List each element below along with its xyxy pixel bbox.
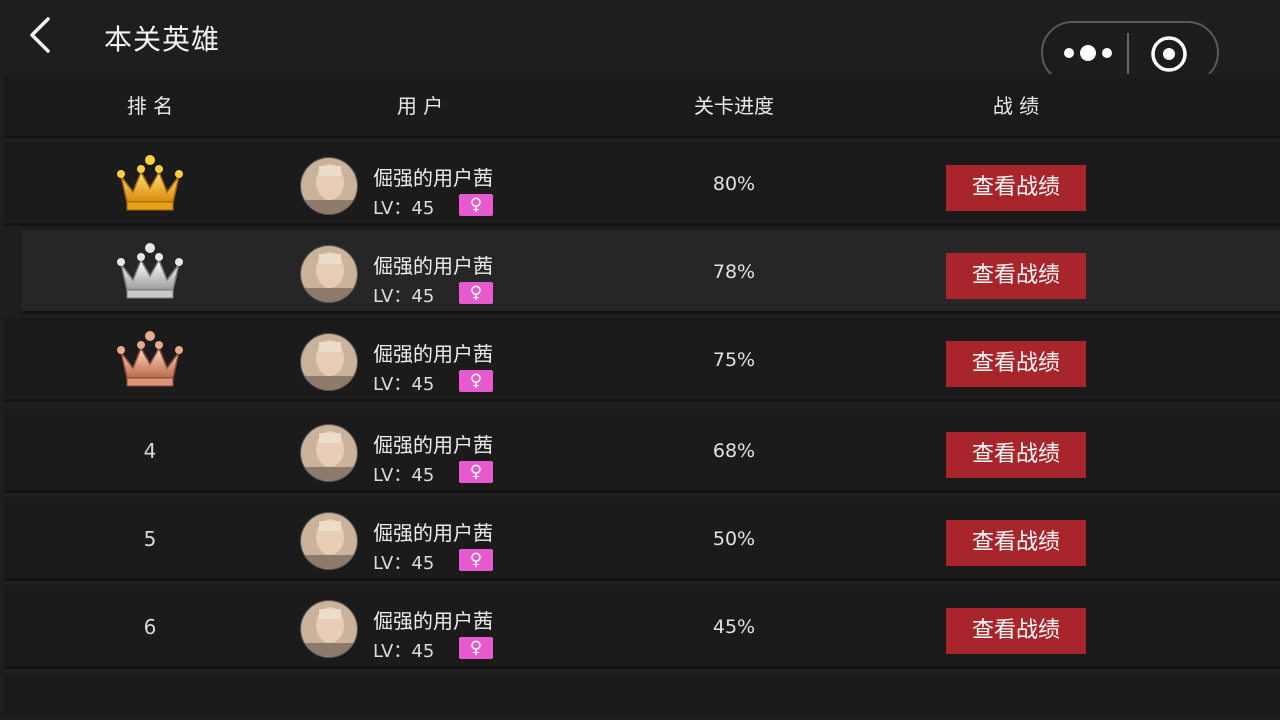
rank-number: 5	[143, 527, 157, 551]
user-level: LV：45	[373, 286, 435, 307]
view-record-button[interactable]: 查看战绩	[946, 520, 1086, 566]
female-gender-icon: ♀	[459, 637, 493, 659]
capsule-divider	[1127, 33, 1129, 75]
view-record-button[interactable]: 查看战绩	[946, 432, 1086, 478]
female-gender-icon: ♀	[459, 461, 493, 483]
user-name: 倔强的用户茜	[373, 521, 493, 545]
view-record-button[interactable]: 查看战绩	[946, 608, 1086, 654]
progress-value: 80%	[712, 173, 756, 195]
target-circle-icon[interactable]	[1149, 34, 1189, 74]
progress-value: 75%	[712, 349, 756, 371]
user-name: 倔强的用户茜	[373, 433, 493, 457]
table-row: 4 倔强的用户茜 LV：45 ♀ 68% 查看战绩	[4, 409, 1280, 493]
column-header-record: 战 绩	[992, 94, 1040, 118]
table-row: 倔强的用户茜 LV：45 ♀ 78% 查看战绩	[22, 230, 1280, 314]
user-name: 倔强的用户茜	[373, 609, 493, 633]
chevron-left-icon[interactable]	[24, 14, 60, 56]
view-record-button[interactable]: 查看战绩	[946, 341, 1086, 387]
view-record-button[interactable]: 查看战绩	[946, 165, 1086, 211]
rank-cell	[104, 230, 196, 314]
avatar[interactable]	[300, 333, 358, 391]
top-bar: 本关英雄	[0, 0, 1280, 84]
progress-value: 50%	[712, 528, 756, 550]
user-level: LV：45	[373, 465, 435, 486]
user-level: LV：45	[373, 374, 435, 395]
progress-value: 68%	[712, 440, 756, 462]
female-gender-icon: ♀	[459, 282, 493, 304]
avatar[interactable]	[300, 424, 358, 482]
table-row: 倔强的用户茜 LV：45 ♀ 80% 查看战绩	[4, 142, 1280, 226]
progress-value: 78%	[712, 261, 756, 283]
column-header-rank: 排 名	[126, 94, 174, 118]
female-gender-icon: ♀	[459, 370, 493, 392]
avatar[interactable]	[300, 157, 358, 215]
column-header-user: 用 户	[396, 94, 444, 118]
page-title: 本关英雄	[104, 23, 221, 56]
more-dots-icon[interactable]	[1059, 34, 1131, 72]
user-level: LV：45	[373, 553, 435, 574]
female-gender-icon: ♀	[459, 549, 493, 571]
table-row: 5 倔强的用户茜 LV：45 ♀ 50% 查看战绩	[4, 497, 1280, 581]
avatar[interactable]	[300, 245, 358, 303]
table-row: 倔强的用户茜 LV：45 ♀ 75% 查看战绩	[4, 318, 1280, 402]
table-header: 排 名 用 户 关卡进度 战 绩	[4, 74, 1280, 138]
bronze-crown-icon	[117, 331, 183, 387]
view-record-button[interactable]: 查看战绩	[946, 253, 1086, 299]
female-gender-icon: ♀	[459, 194, 493, 216]
avatar[interactable]	[300, 512, 358, 570]
silver-crown-icon	[117, 243, 183, 299]
user-name: 倔强的用户茜	[373, 254, 493, 278]
user-level: LV：45	[373, 641, 435, 662]
user-name: 倔强的用户茜	[373, 166, 493, 190]
progress-value: 45%	[712, 616, 756, 638]
empty-row	[4, 675, 1280, 715]
rank-cell	[104, 318, 196, 402]
gold-crown-icon	[117, 155, 183, 211]
avatar[interactable]	[300, 600, 358, 658]
rank-cell	[104, 142, 196, 226]
user-level: LV：45	[373, 198, 435, 219]
table-row: 6 倔强的用户茜 LV：45 ♀ 45% 查看战绩	[4, 585, 1280, 669]
rank-number: 6	[143, 615, 157, 639]
column-header-progress: 关卡进度	[694, 94, 774, 118]
rank-number: 4	[143, 439, 157, 463]
user-name: 倔强的用户茜	[373, 342, 493, 366]
